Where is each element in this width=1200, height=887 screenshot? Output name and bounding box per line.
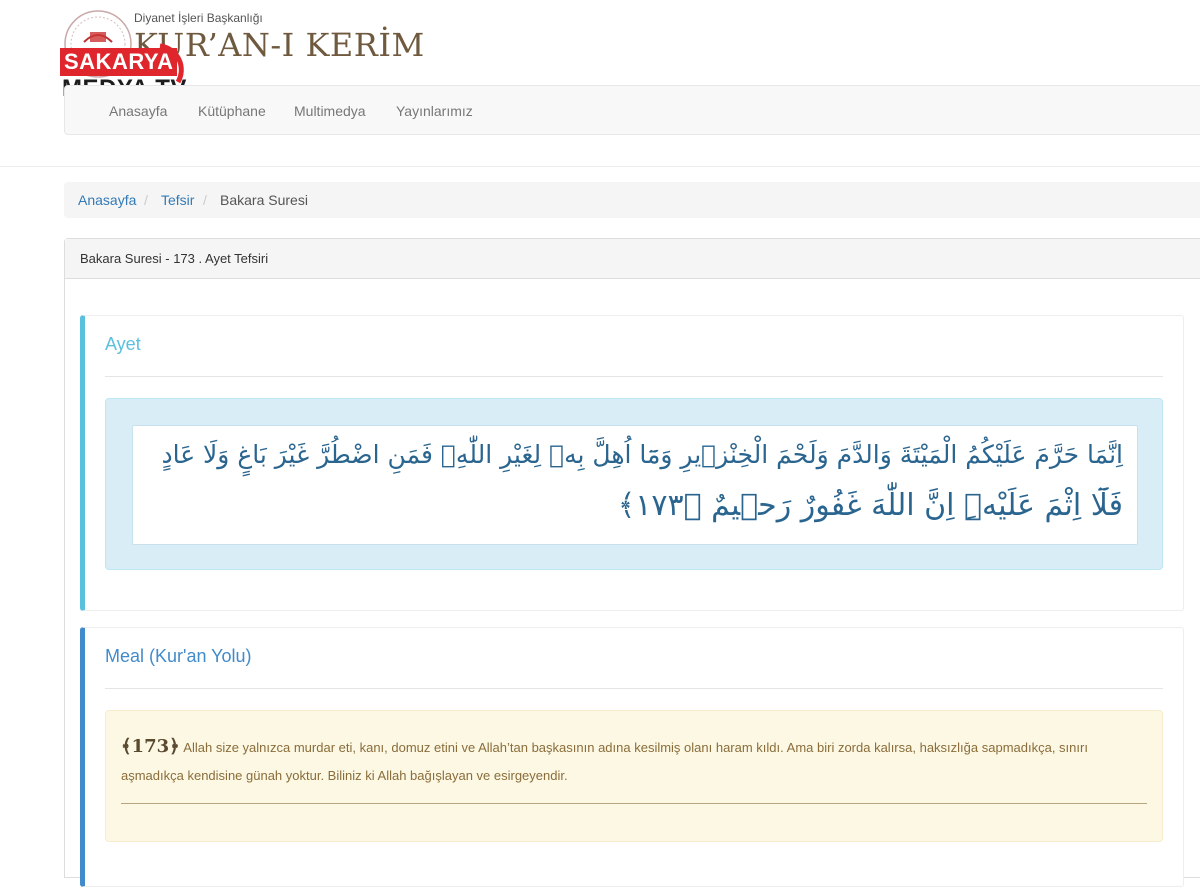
ayet-alert: اِنَّمَا حَرَّمَ عَلَيْكُمُ الْمَيْتَةَ …	[105, 398, 1163, 570]
meal-text-block: ﴾173﴿ Allah size yalnızca murdar eti, ka…	[121, 733, 1151, 790]
watermark-arc-icon	[159, 43, 184, 84]
ayet-divider	[105, 376, 1163, 377]
institution-name: Diyanet İşleri Başkanlığı	[134, 11, 263, 25]
arabic-text-box: اِنَّمَا حَرَّمَ عَلَيْكُمُ الْمَيْتَةَ …	[132, 425, 1138, 545]
nav-item-yayinlarimiz[interactable]: Yayınlarımız	[396, 86, 473, 136]
tefsir-panel: Bakara Suresi - 173 . Ayet Tefsiri Ayet …	[64, 238, 1200, 887]
meal-callout: Meal (Kur'an Yolu) ﴾173﴿ Allah size yaln…	[80, 627, 1184, 887]
meal-alert: ﴾173﴿ Allah size yalnızca murdar eti, ka…	[105, 710, 1163, 842]
arabic-verse-line1: اِنَّمَا حَرَّمَ عَلَيْكُمُ الْمَيْتَةَ …	[161, 440, 1123, 469]
panel-heading: Bakara Suresi - 173 . Ayet Tefsiri	[65, 239, 1200, 279]
breadcrumb-tefsir-link[interactable]: Tefsir	[161, 182, 194, 218]
breadcrumb-current: Bakara Suresi	[220, 192, 308, 208]
breadcrumb: Anasayfa / Tefsir / Bakara Suresi	[64, 182, 1200, 218]
meal-text-rule	[121, 803, 1147, 804]
arabic-verse-line2: فَلَٓا اِثْمَ عَلَيْهِۜ اِنَّ اللّٰهَ غَ…	[617, 488, 1123, 523]
meal-divider	[105, 688, 1163, 689]
verse-number: ﴾173﴿	[121, 736, 180, 757]
breadcrumb-home-link[interactable]: Anasayfa	[78, 182, 136, 218]
nav-item-kutuphane[interactable]: Kütüphane	[198, 86, 266, 136]
nav-item-anasayfa[interactable]: Anasayfa	[109, 86, 167, 136]
header-divider	[0, 166, 1200, 167]
main-navbar: Anasayfa Kütüphane Multimedya Yayınlarım…	[64, 85, 1200, 135]
ayet-callout: Ayet اِنَّمَا حَرَّمَ عَلَيْكُمُ الْمَيْ…	[80, 315, 1184, 611]
breadcrumb-separator: /	[144, 192, 148, 208]
breadcrumb-separator: /	[203, 192, 207, 208]
nav-item-multimedya[interactable]: Multimedya	[294, 86, 366, 136]
ayet-title: Ayet	[105, 334, 141, 354]
meal-translation: Allah size yalnızca murdar eti, kanı, do…	[121, 740, 1088, 783]
meal-title: Meal (Kur'an Yolu)	[105, 646, 252, 666]
